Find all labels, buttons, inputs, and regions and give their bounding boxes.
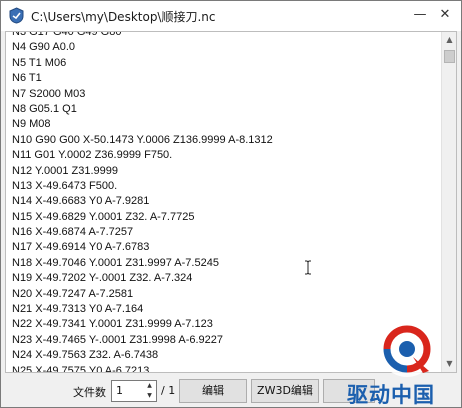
scroll-up-button[interactable]: ▲ [442,32,456,48]
code-line: N12 Y.0001 Z31.9999 [12,164,119,177]
close-button[interactable]: ✕ [434,4,456,26]
nc-viewer-window: C:\Users\my\Desktop\顺接刀.nc — ✕ N3 G17 G4… [0,0,462,408]
code-line: N4 G90 A0.0 [12,41,75,54]
minimize-button[interactable]: — [409,4,431,26]
code-line: N20 X-49.7247 A-7.2581 [12,287,134,300]
zw3d-edit-button[interactable]: ZW3D编辑 [251,379,319,403]
file-index-spinner[interactable]: 1 ▲ ▼ [111,380,157,402]
code-line: N18 X-49.7046 Y.0001 Z31.9997 A-7.5245 [12,256,219,269]
app-icon [9,7,24,24]
code-line: N9 M08 [12,118,51,131]
code-line: N16 X-49.6874 A-7.7257 [12,226,134,239]
code-line: N11 G01 Y.0002 Z36.9999 F750. [12,149,173,162]
code-line: N17 X-49.6914 Y0 A-7.6783 [12,241,150,254]
file-index-value[interactable]: 1 [116,384,123,397]
edit-button[interactable]: 编辑 [179,379,247,403]
file-count-label: 文件数 [73,386,106,399]
code-line: N13 X-49.6473 F500. [12,179,118,192]
spin-down-button[interactable]: ▼ [143,391,156,401]
code-line: N8 G05.1 Q1 [12,102,77,115]
window-title: C:\Users\my\Desktop\顺接刀.nc [31,10,216,24]
watermark-text: 驱动中国 [347,383,435,407]
title-bar[interactable]: C:\Users\my\Desktop\顺接刀.nc — ✕ [1,1,461,31]
code-line: N6 T1 [12,72,42,85]
scroll-thumb[interactable] [444,50,455,63]
code-line: N15 X-49.6829 Y.0001 Z32. A-7.7725 [12,210,195,223]
code-line: N19 X-49.7202 Y-.0001 Z32. A-7.324 [12,272,193,285]
file-total-label: / 1 [161,384,176,397]
code-line: N3 G17 G40 G49 G80 [12,31,122,38]
text-cursor-icon [305,260,311,275]
code-line: N10 G90 G00 X-50.1473 Y.0006 Z136.9999 A… [12,133,273,146]
code-line: N5 T1 M06 [12,56,67,69]
code-line: N14 X-49.6683 Y0 A-7.9281 [12,195,150,208]
spin-up-button[interactable]: ▲ [143,381,156,391]
code-line: N7 S2000 M03 [12,87,86,100]
